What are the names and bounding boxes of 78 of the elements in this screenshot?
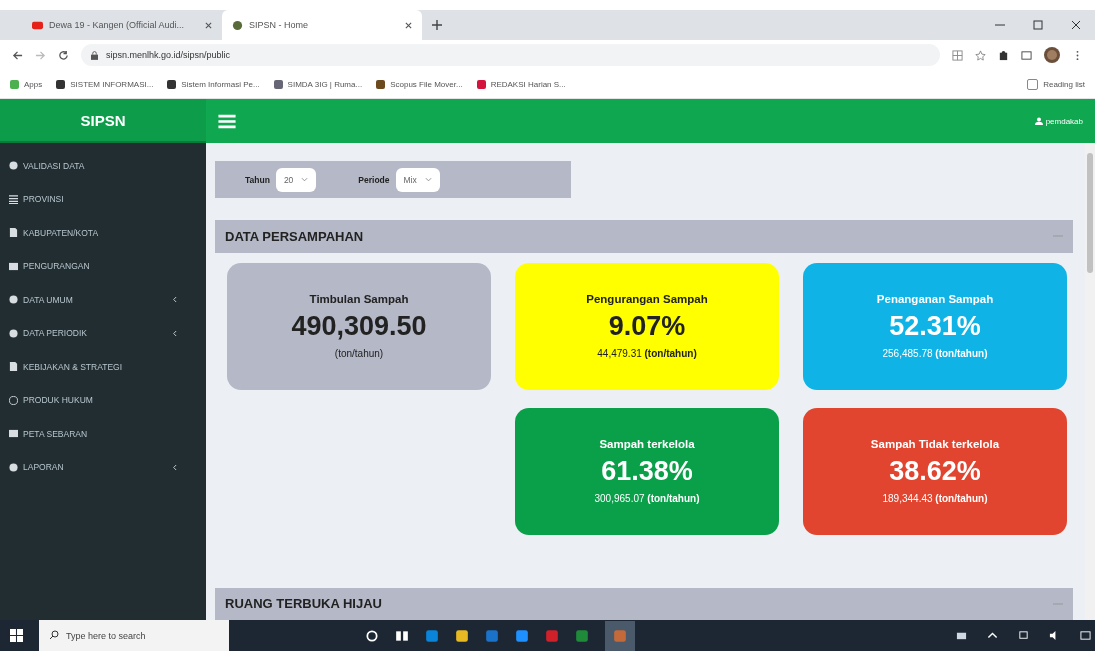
windows-icon[interactable] xyxy=(10,629,23,642)
sidebar-item[interactable]: DATA UMUM xyxy=(0,283,206,317)
app-icon[interactable] xyxy=(515,628,529,643)
bookmark[interactable]: Apps xyxy=(10,79,43,89)
sidebar-item[interactable]: KABUPATEN/KOTA xyxy=(0,216,206,250)
app-icon[interactable] xyxy=(455,628,469,643)
scrollbar[interactable] xyxy=(1085,143,1095,620)
caret-icon xyxy=(424,177,432,183)
task-view-icon[interactable] xyxy=(395,628,409,643)
card-detail: 300,965.07 (ton/tahun) xyxy=(594,493,700,504)
bookmark[interactable]: SIMDA 3IG | Ruma... xyxy=(273,79,363,89)
lock-icon xyxy=(91,50,98,60)
bars-icon xyxy=(9,194,18,204)
back-icon[interactable] xyxy=(12,49,23,61)
brand-title[interactable]: SIPSN xyxy=(0,99,206,143)
circle-icon xyxy=(9,328,18,338)
bookmark[interactable]: REDAKSI Harian S... xyxy=(476,79,566,89)
caret-icon xyxy=(301,177,309,183)
close-icon[interactable] xyxy=(1071,20,1081,30)
close-icon[interactable] xyxy=(405,21,412,29)
card-title: Timbulan Sampah xyxy=(309,293,409,305)
menu-icon[interactable] xyxy=(218,113,236,129)
card-detail: (ton/tahun) xyxy=(334,348,384,359)
circle-icon[interactable] xyxy=(365,628,379,643)
section-title: RUANG TERBUKA HIJAU xyxy=(225,596,383,612)
sidebar-item[interactable]: DATA PERIODIK xyxy=(0,316,206,350)
card-value: 490,309.50 xyxy=(291,311,427,342)
doc-icon xyxy=(9,228,18,238)
bookmark[interactable]: SISTEM INFORMASI... xyxy=(56,79,154,89)
card-detail: 44,479.31 (ton/tahun) xyxy=(597,348,697,359)
avatar-icon[interactable] xyxy=(1044,47,1060,63)
reading-list-button[interactable]: Reading list xyxy=(1027,78,1085,90)
new-tab-icon[interactable] xyxy=(432,20,442,30)
address-bar[interactable]: sipsn.menlhk.go.id/sipsn/public xyxy=(81,44,940,66)
bookmark[interactable]: Scopus File Mover... xyxy=(376,79,463,89)
close-icon[interactable] xyxy=(205,21,212,29)
browser-tab[interactable]: Dewa 19 - Kangen (Official Audi... xyxy=(22,10,222,40)
card-title: Sampah Tidak terkelola xyxy=(870,438,1000,450)
card-value: 38.62% xyxy=(889,456,981,487)
star-icon[interactable] xyxy=(975,49,986,61)
bookmark[interactable]: Sistem Informasi Pe... xyxy=(167,79,260,89)
search-icon xyxy=(49,630,59,640)
filter-label: Periode xyxy=(358,174,390,185)
card-detail: 189,344.43 (ton/tahun) xyxy=(882,493,988,504)
card-title: Sampah terkelola xyxy=(599,438,695,450)
card-title: Penanganan Sampah xyxy=(876,293,994,305)
circle-icon xyxy=(9,295,18,305)
app-icon[interactable] xyxy=(425,628,439,643)
circle-icon xyxy=(9,462,18,472)
app-icon[interactable] xyxy=(575,628,589,643)
card-value: 61.38% xyxy=(601,456,693,487)
card-title: Pengurangan Sampah xyxy=(586,293,708,305)
sidebar-item[interactable]: PRODUK HUKUM xyxy=(0,383,206,417)
search-field[interactable]: Type here to search xyxy=(39,620,229,651)
doc-icon xyxy=(9,362,18,372)
sidebar-item[interactable]: PROVINSI xyxy=(0,182,206,216)
sidebar-item[interactable]: KEBIJAKAN & STRATEGI xyxy=(0,350,206,384)
section-title: DATA PERSAMPAHAN xyxy=(225,228,365,244)
select-field[interactable]: Mix xyxy=(395,167,440,192)
browser-tab[interactable]: SIPSN - Home xyxy=(222,10,422,40)
sidebar-item[interactable]: PENGURANGAN xyxy=(0,249,206,283)
site-icon xyxy=(232,19,243,31)
circle-icon xyxy=(9,161,18,171)
card-value: 52.31% xyxy=(889,311,981,342)
sidebar-item[interactable]: VALIDASI DATA xyxy=(0,149,206,183)
window-icon[interactable] xyxy=(1021,49,1032,61)
card-detail: 256,485.78 (ton/tahun) xyxy=(882,348,988,359)
caret-icon[interactable] xyxy=(987,630,998,641)
card-value: 9.07% xyxy=(608,311,686,342)
site-icon xyxy=(32,19,43,31)
reload-icon[interactable] xyxy=(58,49,69,61)
sidebar-item[interactable]: PETA SEBARAN xyxy=(0,417,206,451)
app-icon[interactable] xyxy=(605,620,635,651)
select-field[interactable]: 20 xyxy=(275,167,317,192)
user-icon xyxy=(1034,117,1043,125)
filter-label: Tahun xyxy=(245,174,270,185)
sidebar-item[interactable]: LAPORAN xyxy=(0,450,206,484)
maximize-icon[interactable] xyxy=(1033,20,1043,30)
